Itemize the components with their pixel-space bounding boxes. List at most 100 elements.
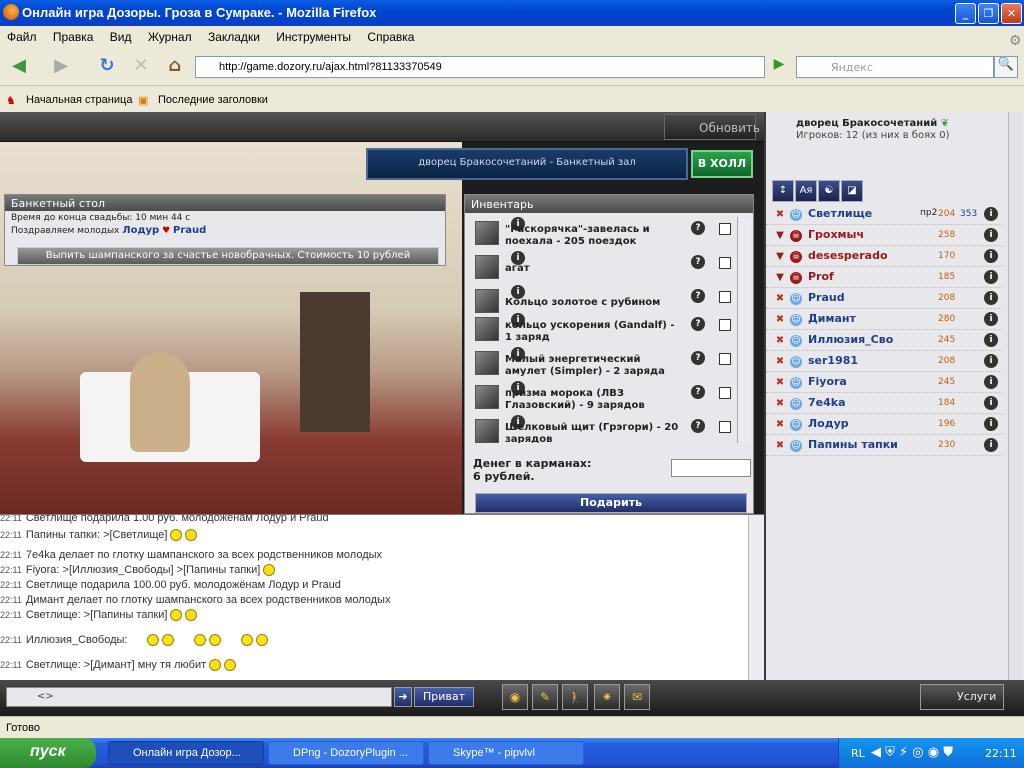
chat-text[interactable]: Димант делает по глотку шампанского за в… bbox=[26, 594, 391, 606]
player-info-icon[interactable]: i bbox=[984, 396, 998, 410]
player-row[interactable]: ✖ ☺ ser1981 208 i bbox=[766, 351, 1002, 372]
task-skype[interactable]: Skype™ - pipvlvl bbox=[428, 741, 584, 765]
player-name[interactable]: ser1981 bbox=[808, 354, 938, 367]
player-row[interactable]: ✖ ☺ Папины тапки 230 i bbox=[766, 435, 1002, 456]
url-input[interactable]: http://game.dozory.ru/ajax.html?81133370… bbox=[195, 56, 765, 78]
player-name[interactable]: Praud bbox=[808, 291, 938, 304]
start-button[interactable]: пуск bbox=[0, 738, 96, 768]
private-button[interactable]: Приват bbox=[414, 687, 474, 707]
player-row[interactable]: ✖ ☺ Иллюзия_Сво 245 i bbox=[766, 330, 1002, 351]
chat-input[interactable]: <> bbox=[6, 687, 392, 707]
player-row[interactable]: ✖ ☺ 7e4ka 184 i bbox=[766, 393, 1002, 414]
player-name[interactable]: Иллюзия_Сво bbox=[808, 333, 938, 346]
player-info-icon[interactable]: i bbox=[984, 417, 998, 431]
player-info-icon[interactable]: i bbox=[984, 333, 998, 347]
help-icon[interactable]: ? bbox=[691, 317, 705, 331]
player-info-icon[interactable]: i bbox=[984, 312, 998, 326]
player-name[interactable]: desesperado bbox=[808, 249, 938, 262]
menu-help[interactable]: Справка bbox=[360, 26, 420, 44]
task-dpng-plugin[interactable]: DPng - DozoryPlugin ... bbox=[268, 741, 424, 765]
player-row[interactable]: ✖ ☺ Praud 208 i bbox=[766, 288, 1002, 309]
player-info-icon[interactable]: i bbox=[984, 207, 998, 221]
go-icon[interactable]: ▶ bbox=[768, 56, 790, 78]
reload-icon[interactable]: ↻ bbox=[94, 54, 120, 80]
menu-tools[interactable]: Инструменты bbox=[269, 26, 357, 44]
item-image[interactable] bbox=[475, 419, 499, 443]
player-name[interactable]: Fiyora bbox=[808, 375, 938, 388]
item-checkbox[interactable] bbox=[719, 223, 731, 235]
walk-icon[interactable]: 🚶 bbox=[562, 684, 588, 710]
players-scrollbar[interactable] bbox=[1008, 112, 1022, 680]
chat-text[interactable]: Светлище подарила 1.00 руб. молодожёнам … bbox=[26, 515, 329, 524]
send-arrow-icon[interactable]: ➔ bbox=[394, 687, 412, 707]
chat-text[interactable]: 7e4ka делает по глотку шампанского за вс… bbox=[26, 549, 382, 561]
chat-text[interactable]: Иллюзия_Свободы: bbox=[26, 634, 128, 646]
item-image[interactable] bbox=[475, 289, 499, 313]
back-icon[interactable]: ◀ bbox=[6, 54, 32, 80]
menu-history[interactable]: Журнал bbox=[141, 26, 198, 44]
home-icon[interactable]: ⌂ bbox=[162, 54, 188, 80]
player-name[interactable]: Грохмыч bbox=[808, 228, 938, 241]
player-info-icon[interactable]: i bbox=[984, 228, 998, 242]
bookmark-home[interactable]: Начальная страница bbox=[26, 94, 132, 106]
player-name[interactable]: Prof bbox=[808, 270, 938, 283]
chat-text[interactable]: Светлище подарила 100.00 руб. молодожёна… bbox=[26, 579, 341, 591]
menu-file[interactable]: Файл bbox=[0, 26, 43, 44]
item-checkbox[interactable] bbox=[719, 353, 731, 365]
side-filter-icon[interactable]: ☯ bbox=[818, 180, 840, 202]
maximize-button[interactable]: ❐ bbox=[978, 3, 999, 24]
item-checkbox[interactable] bbox=[719, 421, 731, 433]
player-name[interactable]: Димант bbox=[808, 312, 938, 325]
player-info-icon[interactable]: i bbox=[984, 354, 998, 368]
drink-champagne-button[interactable]: Выпить шампанского за счастье новобрачны… bbox=[17, 247, 439, 265]
menu-edit[interactable]: Правка bbox=[46, 26, 100, 44]
player-row[interactable]: ▼ ☠ Грохмыч 258 i bbox=[766, 225, 1002, 246]
services-button[interactable]: Услуги bbox=[920, 684, 1004, 710]
chat-scrollbar[interactable] bbox=[748, 515, 764, 680]
mail-icon[interactable]: ✉ bbox=[624, 684, 650, 710]
minimize-button[interactable]: _ bbox=[955, 3, 976, 24]
help-icon[interactable]: ? bbox=[691, 351, 705, 365]
player-info-icon[interactable]: i bbox=[984, 249, 998, 263]
player-row[interactable]: ▼ ☠ desesperado 170 i bbox=[766, 246, 1002, 267]
player-info-icon[interactable]: i bbox=[984, 270, 998, 284]
player-info-icon[interactable]: i bbox=[984, 291, 998, 305]
sort-icon[interactable]: ↕ bbox=[772, 180, 794, 202]
player-row[interactable]: ✖ ☺ Лодур 196 i bbox=[766, 414, 1002, 435]
ruler-icon[interactable]: ✎ bbox=[532, 684, 558, 710]
player-info-icon[interactable]: i bbox=[984, 375, 998, 389]
player-name[interactable]: Лодур bbox=[808, 417, 938, 430]
forward-icon[interactable]: ▶ bbox=[48, 54, 74, 80]
task-firefox-game[interactable]: Онлайн игра Дозор... bbox=[108, 741, 264, 765]
player-info-icon[interactable]: i bbox=[984, 438, 998, 452]
player-row[interactable]: ✖ ☺ Светлище пр2 204 353 i bbox=[766, 204, 1002, 225]
groom-name[interactable]: Лодур bbox=[122, 225, 159, 236]
search-icon[interactable]: 🔍 bbox=[994, 56, 1018, 78]
close-button[interactable]: ✕ bbox=[1001, 3, 1022, 24]
chat-text[interactable]: Fiyora: >[Иллюзия_Свободы] >[Папины тапк… bbox=[26, 564, 260, 576]
item-image[interactable] bbox=[475, 255, 499, 279]
item-image[interactable] bbox=[475, 351, 499, 375]
chat-text[interactable]: Светлище: >[Папины тапки] bbox=[26, 609, 168, 621]
item-image[interactable] bbox=[475, 221, 499, 245]
menu-bookmarks[interactable]: Закладки bbox=[201, 26, 266, 44]
inventory-scrollbar[interactable] bbox=[737, 217, 751, 443]
item-checkbox[interactable] bbox=[719, 387, 731, 399]
help-icon[interactable]: ? bbox=[691, 255, 705, 269]
help-icon[interactable]: ? bbox=[691, 385, 705, 399]
refresh-button[interactable]: Обновить bbox=[664, 114, 760, 140]
item-image[interactable] bbox=[475, 317, 499, 341]
player-name[interactable]: 7e4ka bbox=[808, 396, 938, 409]
item-checkbox[interactable] bbox=[719, 319, 731, 331]
language-indicator[interactable]: RL bbox=[851, 747, 865, 760]
stop-icon[interactable]: ✕ bbox=[128, 54, 154, 80]
bookmark-headlines[interactable]: Последние заголовки bbox=[158, 94, 268, 106]
give-button[interactable]: Подарить bbox=[475, 493, 747, 513]
player-row[interactable]: ✖ ☺ Димант 280 i bbox=[766, 309, 1002, 330]
item-image[interactable] bbox=[475, 385, 499, 409]
alpha-sort-icon[interactable]: Ая bbox=[795, 180, 817, 202]
magic-icon[interactable]: ✷ bbox=[594, 684, 620, 710]
bride-name[interactable]: Praud bbox=[173, 225, 206, 236]
item-checkbox[interactable] bbox=[719, 257, 731, 269]
camera-icon[interactable]: ◉ bbox=[502, 684, 528, 710]
